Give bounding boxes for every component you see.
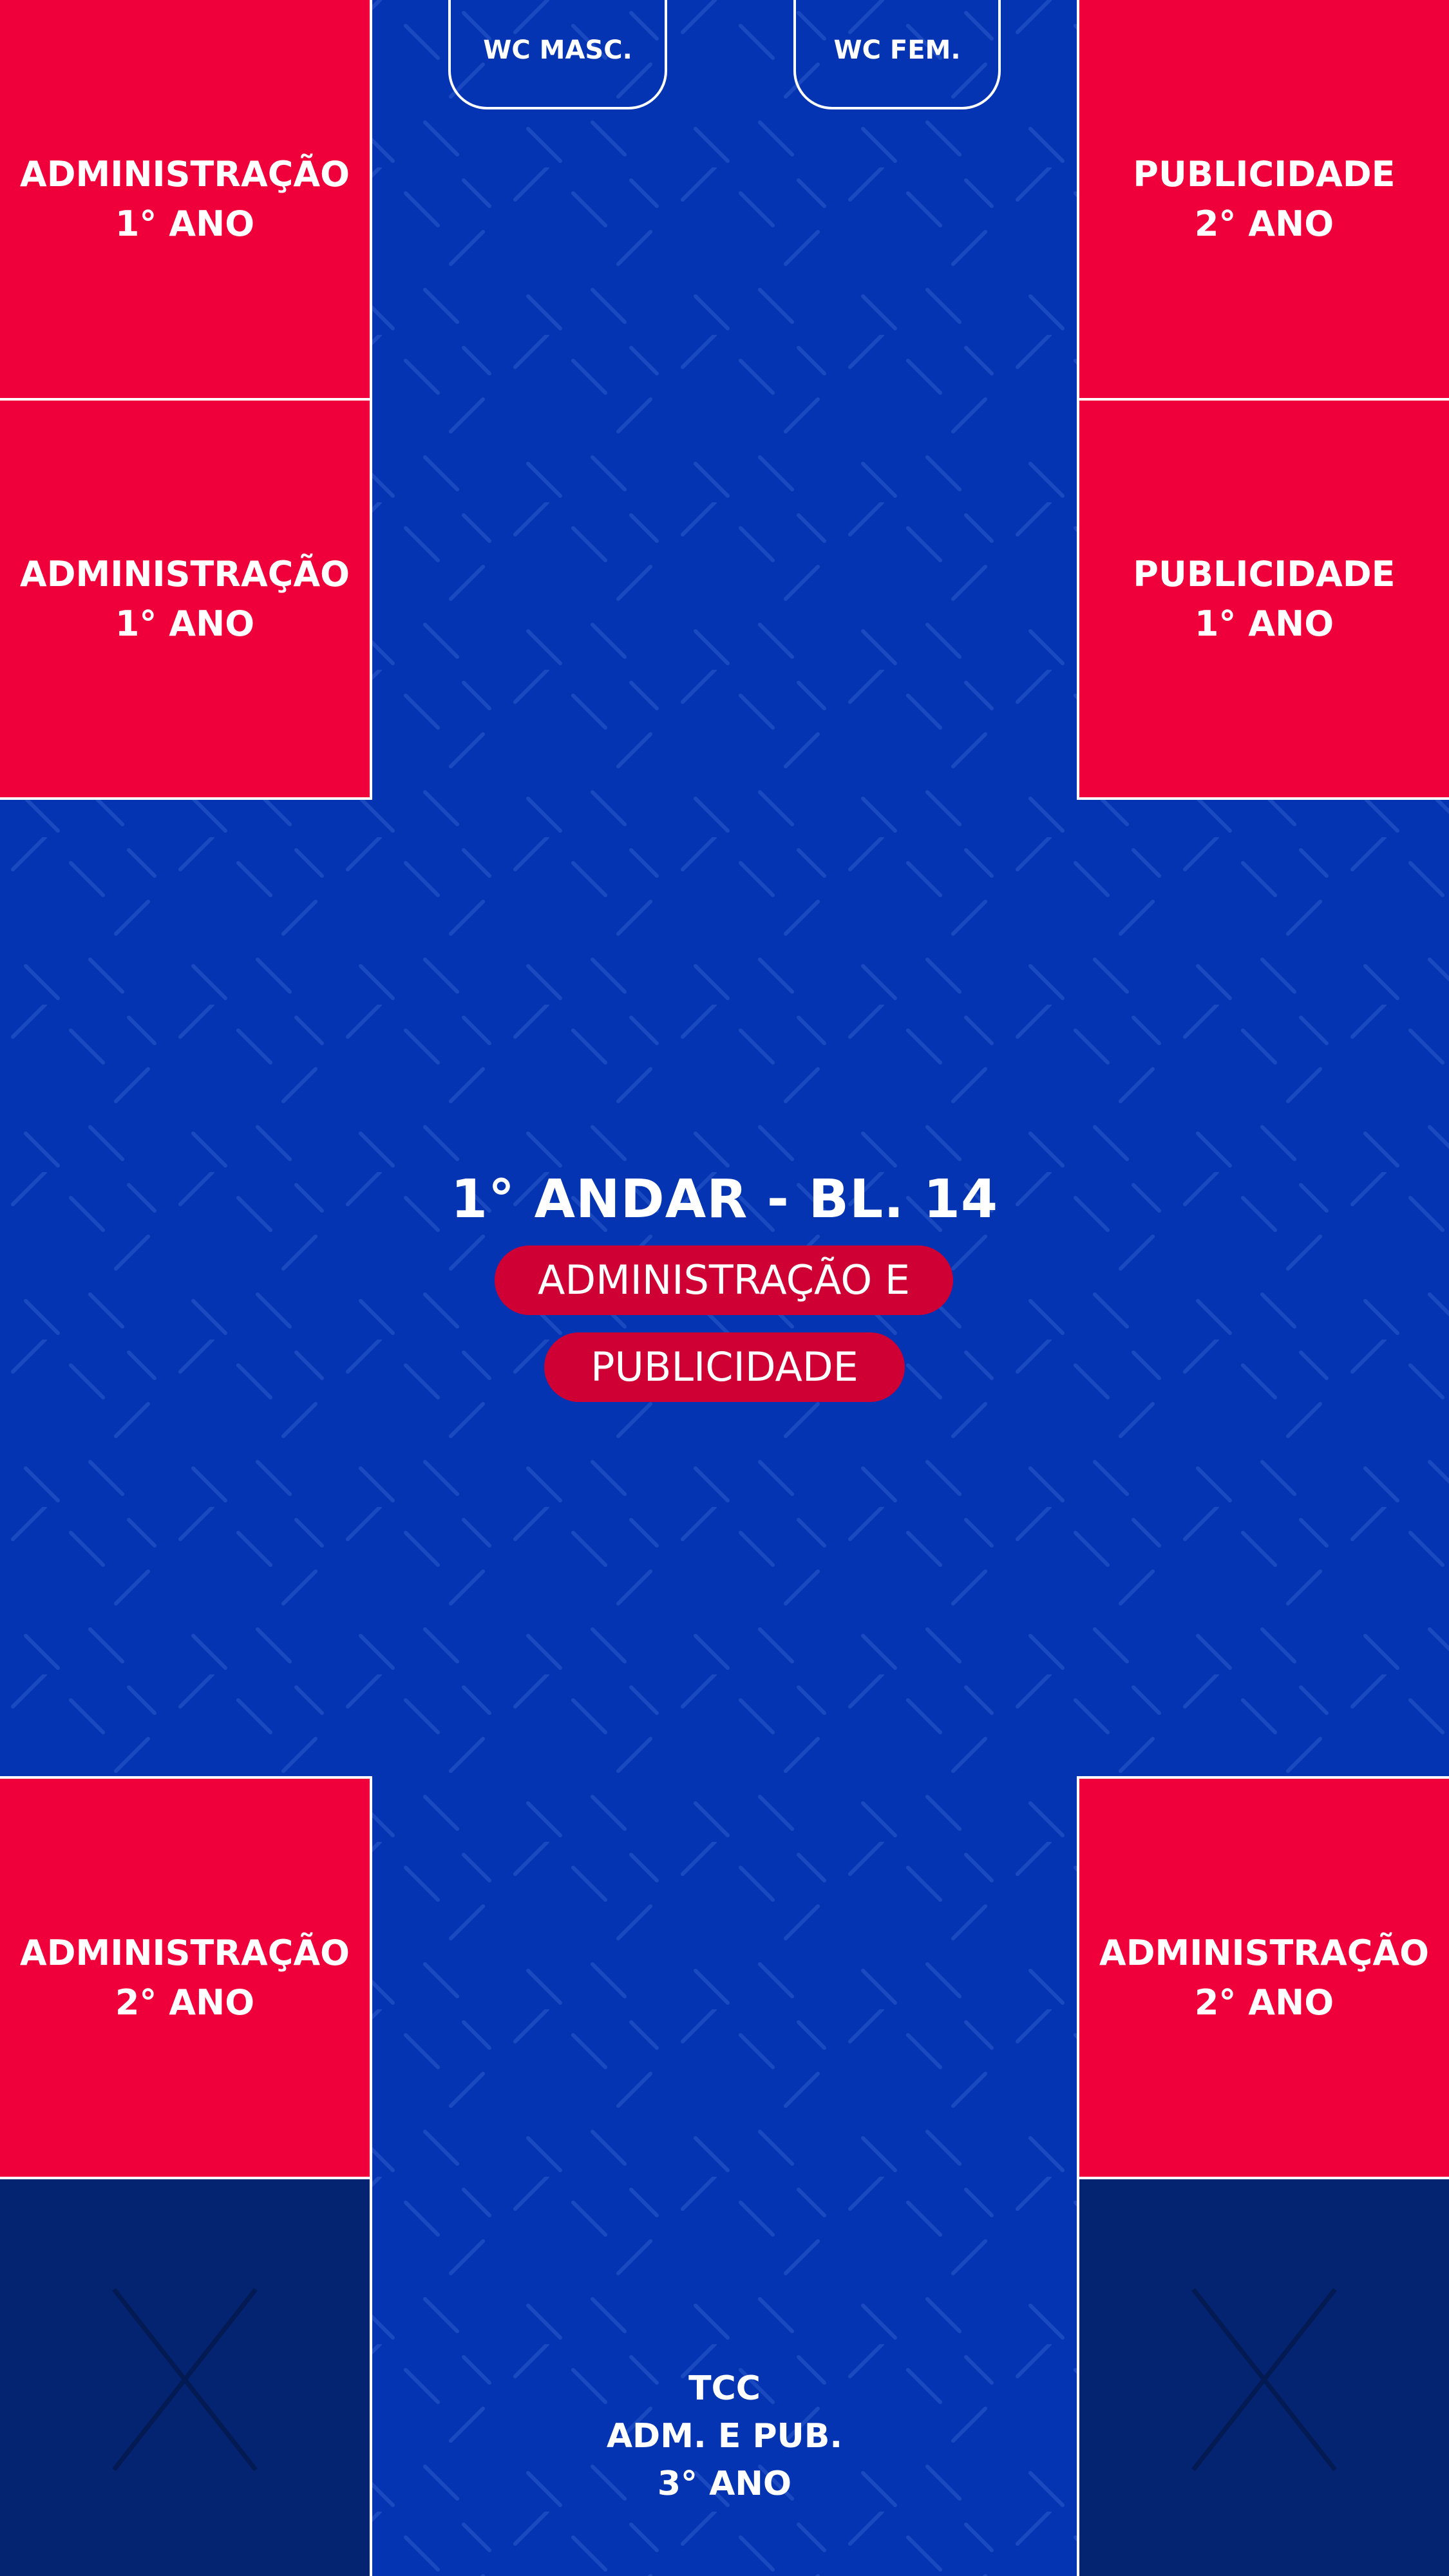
room-name: ADMINISTRAÇÃO: [19, 1933, 350, 1973]
room-year: 2° ANO: [115, 1982, 255, 2023]
subtitle-pill-1: ADMINISTRAÇÃO E: [495, 1245, 953, 1315]
room-name: PUBLICIDADE: [1133, 154, 1396, 194]
room-right-bottom-1: ADMINISTRAÇÃO 2° ANO: [1077, 1776, 1449, 2179]
tcc-label: TCC ADM. E PUB. 3° ANO: [515, 2365, 934, 2508]
wc-female: WC FEM.: [793, 0, 1001, 109]
room-left-unavailable: [0, 2177, 372, 2576]
wc-male: WC MASC.: [448, 0, 667, 109]
room-left-top-1: ADMINISTRAÇÃO 1° ANO: [0, 0, 372, 401]
room-right-top-2: PUBLICIDADE 1° ANO: [1077, 398, 1449, 800]
x-icon: [112, 2287, 258, 2472]
room-name: ADMINISTRAÇÃO: [19, 554, 350, 594]
room-name: ADMINISTRAÇÃO: [19, 154, 350, 194]
tcc-line-1: TCC: [688, 2369, 761, 2408]
x-icon: [1191, 2287, 1337, 2472]
room-right-top-1: PUBLICIDADE 2° ANO: [1077, 0, 1449, 401]
room-year: 2° ANO: [1194, 1982, 1334, 2023]
tcc-line-2: ADM. E PUB.: [606, 2417, 843, 2456]
subtitle-pill-2: PUBLICIDADE: [544, 1332, 905, 1402]
subtitle-line-1: ADMINISTRAÇÃO E: [537, 1256, 910, 1303]
room-year: 1° ANO: [115, 603, 255, 644]
floor-title: 1° ANDAR - BL. 14: [450, 1169, 999, 1230]
room-left-bottom-1: ADMINISTRAÇÃO 2° ANO: [0, 1776, 372, 2179]
room-name: PUBLICIDADE: [1133, 554, 1396, 594]
room-left-top-2: ADMINISTRAÇÃO 1° ANO: [0, 398, 372, 800]
room-year: 1° ANO: [1194, 603, 1334, 644]
wc-female-label: WC FEM.: [833, 35, 961, 65]
room-right-unavailable: [1077, 2177, 1449, 2576]
tcc-line-3: 3° ANO: [657, 2465, 792, 2503]
room-year: 1° ANO: [115, 204, 255, 244]
wc-male-label: WC MASC.: [483, 35, 632, 65]
room-year: 2° ANO: [1194, 204, 1334, 244]
subtitle-line-2: PUBLICIDADE: [591, 1343, 858, 1390]
room-name: ADMINISTRAÇÃO: [1099, 1933, 1430, 1973]
floor-plan: WC MASC. WC FEM. ADMINISTRAÇÃO 1° ANO AD…: [0, 0, 1449, 2576]
